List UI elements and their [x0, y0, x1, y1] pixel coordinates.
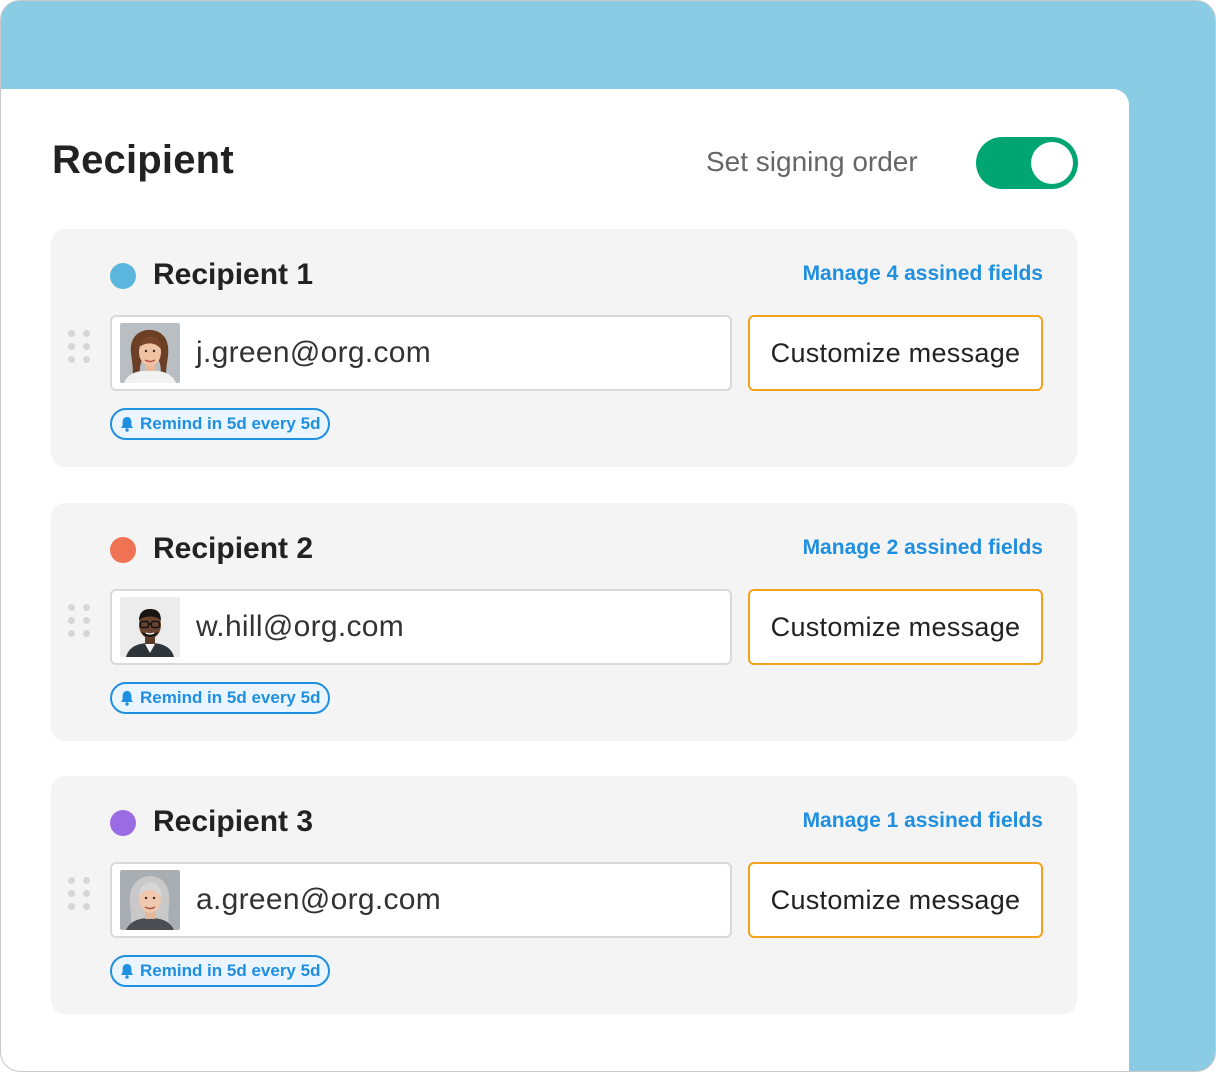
customize-message-button[interactable]: Customize message — [748, 315, 1043, 391]
customize-message-button[interactable]: Customize message — [748, 589, 1043, 665]
bell-icon — [121, 691, 133, 706]
avatar — [120, 597, 180, 657]
customize-message-button[interactable]: Customize message — [748, 862, 1043, 938]
reminder-label: Remind in 5d every 5d — [140, 414, 321, 433]
bell-icon — [121, 417, 133, 432]
email-field[interactable]: a.green@org.com — [110, 862, 732, 938]
avatar — [120, 323, 180, 383]
signing-order-label: Set signing order — [706, 146, 918, 177]
email-value: j.green@org.com — [196, 336, 432, 369]
email-field[interactable]: w.hill@org.com — [110, 589, 732, 665]
reminder-badge[interactable]: Remind in 5d every 5d — [110, 408, 331, 440]
drag-handle-icon[interactable] — [68, 604, 92, 638]
manage-fields-link[interactable]: Manage 2 assined fields — [803, 536, 1043, 560]
drag-handle-icon[interactable] — [68, 877, 92, 911]
recipient-card: Recipient 1 Manage 4 assined fields j.gr… — [51, 229, 1077, 467]
recipient-name: Recipient 2 — [153, 532, 314, 565]
manage-fields-link[interactable]: Manage 4 assined fields — [803, 262, 1043, 286]
avatar — [120, 870, 180, 930]
reminder-badge[interactable]: Remind in 5d every 5d — [110, 955, 331, 987]
recipient-color-dot — [110, 810, 136, 836]
recipient-card: Recipient 3 Manage 1 assined fields a.gr… — [51, 776, 1077, 1014]
recipient-color-dot — [110, 537, 136, 563]
reminder-label: Remind in 5d every 5d — [140, 961, 321, 980]
drag-handle-icon[interactable] — [68, 330, 92, 364]
recipient-card: Recipient 2 Manage 2 assined fields w.hi… — [51, 503, 1077, 741]
reminder-badge[interactable]: Remind in 5d every 5d — [110, 682, 331, 714]
page-title: Recipient — [52, 138, 234, 182]
email-value: w.hill@org.com — [196, 610, 405, 643]
email-value: a.green@org.com — [196, 883, 442, 916]
bell-icon — [121, 964, 133, 979]
recipient-name: Recipient 3 — [153, 805, 314, 838]
toggle-knob — [1031, 142, 1073, 184]
reminder-label: Remind in 5d every 5d — [140, 688, 321, 707]
manage-fields-link[interactable]: Manage 1 assined fields — [803, 809, 1043, 833]
recipient-color-dot — [110, 263, 136, 289]
recipient-name: Recipient 1 — [153, 258, 314, 291]
email-field[interactable]: j.green@org.com — [110, 315, 732, 391]
signing-order-toggle[interactable] — [976, 137, 1078, 189]
